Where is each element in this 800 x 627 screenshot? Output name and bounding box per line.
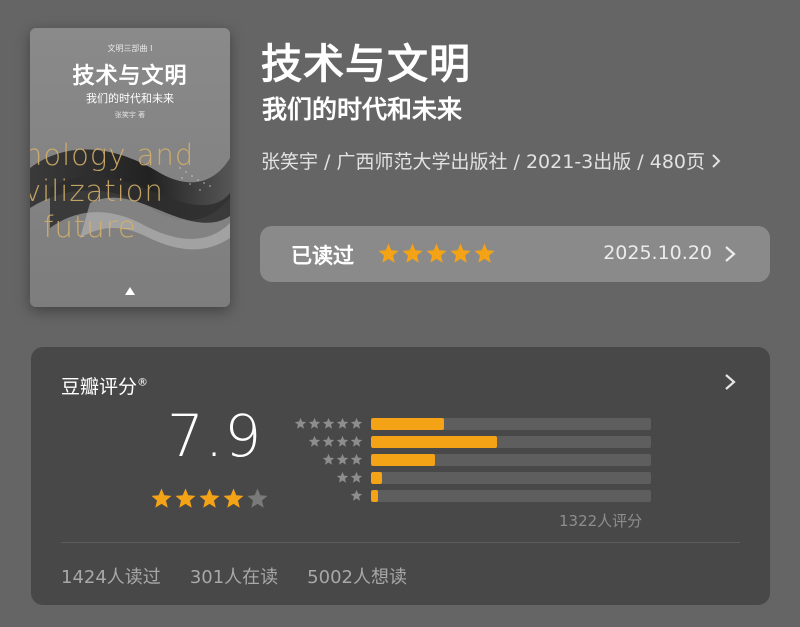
publisher-logo bbox=[125, 287, 135, 295]
book-title: 技术与文明 bbox=[261, 40, 471, 88]
divider bbox=[61, 542, 740, 543]
douban-rating-card[interactable]: 豆瓣评分® 7.9 1322人评分 1424人读过 301人在读 5002人想读 bbox=[31, 347, 770, 605]
star-icon bbox=[402, 243, 423, 263]
read-status-bar[interactable]: 已读过 2025.10.20 bbox=[260, 226, 770, 282]
read-status-label: 已读过 bbox=[291, 244, 354, 268]
rating-score: 7.9 bbox=[167, 402, 263, 470]
star-icon bbox=[336, 471, 349, 483]
chevron-right-icon[interactable] bbox=[724, 373, 736, 395]
star-icon bbox=[294, 417, 307, 429]
chevron-right-icon bbox=[724, 245, 736, 267]
distribution-bar bbox=[371, 454, 436, 466]
read-count[interactable]: 1424人读过 bbox=[61, 563, 161, 589]
book-meta-link[interactable]: 张笑宇 / 广西师范大学出版社 / 2021-3出版 / 480页 bbox=[261, 145, 766, 179]
star-icon bbox=[350, 489, 363, 501]
star-icon bbox=[199, 488, 220, 508]
distribution-bar-track bbox=[371, 436, 651, 448]
read-date: 2025.10.20 bbox=[603, 242, 712, 264]
distribution-star-label bbox=[291, 489, 363, 502]
book-cover[interactable]: 文明三部曲 Ⅰ 技术与文明 我们的时代和未来 张笑宇 著 nology and … bbox=[30, 28, 230, 307]
distribution-bar-track bbox=[371, 418, 651, 430]
cover-english-line: vilization bbox=[30, 174, 164, 208]
distribution-bar bbox=[371, 490, 378, 502]
star-icon bbox=[247, 488, 268, 508]
star-icon bbox=[474, 243, 495, 263]
star-icon bbox=[308, 417, 321, 429]
distribution-star-label bbox=[291, 435, 363, 448]
want-to-read-count[interactable]: 5002人想读 bbox=[307, 563, 407, 589]
distribution-star-label bbox=[291, 453, 363, 466]
cover-english-line: l future bbox=[30, 210, 137, 244]
star-icon bbox=[336, 417, 349, 429]
star-icon bbox=[350, 453, 363, 465]
my-rating-stars bbox=[377, 242, 496, 265]
star-icon bbox=[151, 488, 172, 508]
star-icon bbox=[350, 435, 363, 447]
cover-subtitle: 我们的时代和未来 bbox=[86, 92, 174, 105]
star-icon bbox=[322, 453, 335, 465]
cover-author: 张笑宇 著 bbox=[114, 111, 146, 119]
star-icon bbox=[175, 488, 196, 508]
chevron-right-icon bbox=[711, 151, 721, 173]
star-icon bbox=[378, 243, 399, 263]
star-icon bbox=[426, 243, 447, 263]
rating-count: 1322人评分 bbox=[559, 512, 643, 530]
distribution-bar bbox=[371, 418, 444, 430]
rating-stars bbox=[150, 487, 269, 510]
star-icon bbox=[322, 435, 335, 447]
star-icon bbox=[450, 243, 471, 263]
distribution-bar bbox=[371, 436, 497, 448]
registered-mark: ® bbox=[137, 375, 149, 389]
star-icon bbox=[350, 471, 363, 483]
star-icon bbox=[308, 435, 321, 447]
star-icon bbox=[336, 435, 349, 447]
distribution-star-label bbox=[291, 417, 363, 430]
cover-title: 技术与文明 bbox=[72, 64, 188, 89]
distribution-star-label bbox=[291, 471, 363, 484]
distribution-bar-track bbox=[371, 490, 651, 502]
book-meta-text: 张笑宇 / 广西师范大学出版社 / 2021-3出版 / 480页 bbox=[261, 151, 706, 173]
distribution-bar-track bbox=[371, 454, 651, 466]
reader-stats: 1424人读过 301人在读 5002人想读 bbox=[61, 563, 407, 589]
reading-count[interactable]: 301人在读 bbox=[190, 563, 278, 589]
rating-heading-text: 豆瓣评分 bbox=[61, 376, 138, 398]
book-subtitle: 我们的时代和未来 bbox=[262, 95, 463, 124]
cover-series: 文明三部曲 Ⅰ bbox=[107, 44, 153, 53]
star-icon bbox=[322, 417, 335, 429]
star-icon bbox=[336, 453, 349, 465]
rating-heading: 豆瓣评分® bbox=[61, 372, 148, 399]
distribution-bar bbox=[371, 472, 383, 484]
cover-english-line: nology and bbox=[30, 138, 195, 172]
star-icon bbox=[223, 488, 244, 508]
distribution-bar-track bbox=[371, 472, 651, 484]
star-icon bbox=[350, 417, 363, 429]
